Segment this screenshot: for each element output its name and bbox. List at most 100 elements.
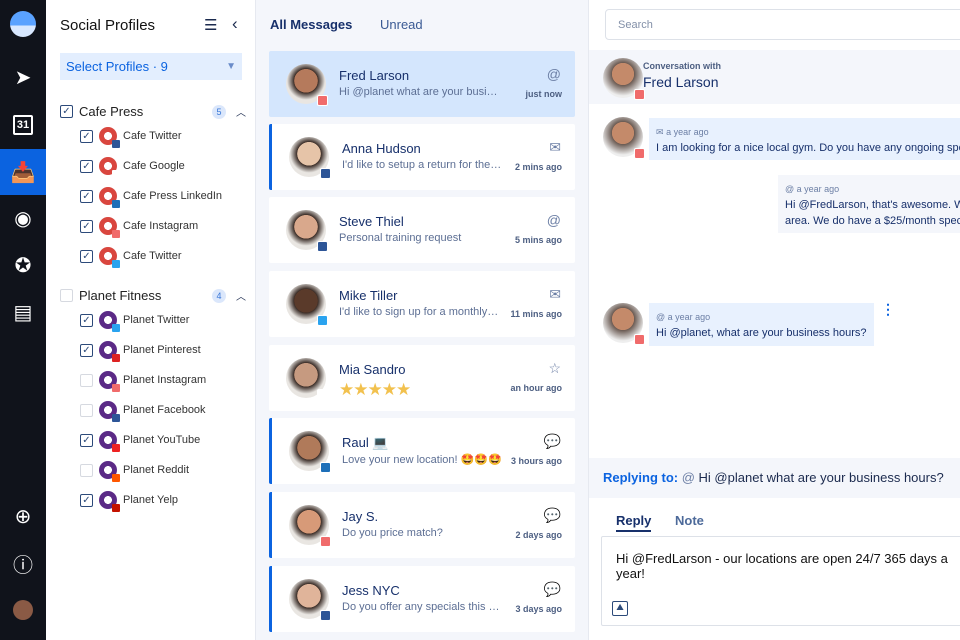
profile-avatar: [99, 247, 120, 268]
tab-note[interactable]: Note: [675, 513, 704, 528]
group-count-badge: 5: [212, 104, 226, 119]
profile-checkbox[interactable]: [80, 373, 93, 387]
profile-item[interactable]: ✓ Cafe Google: [80, 157, 185, 178]
profile-avatar: [99, 127, 120, 148]
help-icon[interactable]: ⓘ: [0, 540, 46, 586]
profile-checkbox[interactable]: ✓: [80, 189, 93, 203]
message-type-icon: 💬: [543, 581, 561, 597]
message-type-icon: @: [546, 66, 561, 82]
chevron-up-icon[interactable]: ︿: [236, 288, 246, 303]
contact-avatar: [286, 64, 328, 106]
reviews-icon[interactable]: ✪: [0, 242, 46, 288]
message-card[interactable]: Mike Tiller I'd like to sign up for a mon…: [269, 271, 575, 337]
chevron-up-icon[interactable]: ︿: [236, 104, 246, 119]
contact-name: Fred Larson: [643, 74, 719, 90]
profile-item[interactable]: ✓ Planet Yelp: [80, 491, 179, 512]
profile-checkbox[interactable]: ✓: [80, 433, 93, 447]
facebook-icon: [320, 610, 331, 621]
profile-checkbox[interactable]: ✓: [80, 313, 93, 327]
avatar[interactable]: [0, 587, 46, 633]
message-avatar: [603, 117, 645, 159]
instagram-icon: [320, 536, 331, 547]
profile-avatar: [99, 311, 120, 332]
message-card[interactable]: Jess NYC Do you offer any specials this m…: [269, 566, 575, 632]
more-options-icon[interactable]: ⋮: [881, 301, 895, 318]
profile-name: Planet Twitter: [123, 314, 190, 326]
profile-checkbox[interactable]: ✓: [80, 219, 93, 233]
reply-bubble[interactable]: @ a year ago Hi @FredLarson, that's awes…: [778, 175, 960, 233]
profile-checkbox[interactable]: ✓: [80, 343, 93, 357]
profile-name: Cafe Twitter: [123, 250, 182, 262]
search-input[interactable]: Search: [605, 9, 960, 40]
timestamp: 11 mins ago: [510, 309, 562, 319]
tab-all-messages[interactable]: All Messages: [270, 17, 352, 32]
profiles-panel: Social Profiles ☰ ‹ Select Profiles · 9 ▼…: [46, 0, 256, 640]
timestamp: 2 days ago: [515, 530, 562, 540]
message-avatar: [603, 303, 645, 345]
profile-item[interactable]: ✓ Cafe Press LinkedIn: [80, 187, 222, 208]
message-card[interactable]: Jay S. Do you price match? 💬 2 days ago: [269, 492, 575, 558]
message-type-icon: ☆: [548, 360, 561, 376]
group-checkbox[interactable]: ✓: [60, 105, 73, 118]
profile-avatar: [99, 217, 120, 238]
profile-checkbox[interactable]: ✓: [80, 129, 93, 143]
profile-name: Planet YouTube: [123, 434, 201, 446]
calendar-icon[interactable]: 31: [0, 102, 46, 148]
profile-checkbox[interactable]: ✓: [80, 159, 93, 173]
profile-checkbox[interactable]: ✓: [80, 249, 93, 263]
message-card[interactable]: Raul 💻 Love your new location! 🤩🤩🤩 💬 3 hour…: [269, 418, 575, 484]
facebook-icon: [317, 241, 328, 252]
inbox-icon[interactable]: 📥: [0, 149, 46, 195]
send-icon[interactable]: ➤: [0, 54, 46, 100]
contact-name: Mike Tiller: [339, 288, 398, 303]
profile-item[interactable]: Planet Instagram: [80, 371, 206, 392]
profile-item[interactable]: Planet Facebook: [80, 401, 206, 422]
collapse-icon[interactable]: ‹: [232, 14, 238, 34]
google-icon: [317, 389, 328, 400]
contact-name: Fred Larson: [339, 68, 410, 83]
profile-checkbox[interactable]: ✓: [80, 493, 93, 507]
message-preview: Love your new location! 🤩🤩🤩: [342, 454, 502, 466]
message-card[interactable]: Steve Thiel Personal training request @5 m…: [269, 197, 575, 263]
listening-icon[interactable]: ◉: [0, 195, 46, 241]
message-preview: I'd like to sign up for a monthly member…: [339, 306, 499, 318]
panel-title: Social Profiles: [60, 17, 156, 34]
profile-item[interactable]: ✓ Cafe Twitter: [80, 247, 182, 268]
add-icon[interactable]: ⊕: [0, 493, 46, 539]
tab-reply[interactable]: Reply: [616, 513, 652, 532]
profile-item[interactable]: ✓ Planet Twitter: [80, 311, 190, 332]
group-checkbox[interactable]: [60, 289, 73, 302]
profile-checkbox[interactable]: [80, 463, 93, 477]
app-logo[interactable]: [10, 11, 36, 37]
message-bubble[interactable]: @ a year ago Hi @planet, what are your b…: [649, 303, 874, 346]
profile-item[interactable]: ✓ Planet Pinterest: [80, 341, 201, 362]
profile-checkbox[interactable]: [80, 403, 93, 417]
profile-group[interactable]: ✓ Cafe Press 5 ︿: [60, 104, 246, 119]
mention-icon: @: [681, 470, 699, 485]
message-card[interactable]: Anna Hudson I'd like to setup a return fo…: [269, 124, 575, 190]
profile-item[interactable]: ✓ Cafe Instagram: [80, 217, 198, 238]
image-attach-icon[interactable]: ⛰: [612, 601, 628, 616]
select-profiles-dropdown[interactable]: Select Profiles · 9 ▼: [60, 53, 242, 80]
tab-unread[interactable]: Unread: [380, 17, 423, 32]
message-card[interactable]: Fred Larson Hi @planet what are your busi…: [269, 51, 575, 117]
profile-name: Planet Yelp: [123, 494, 179, 506]
filter-icon[interactable]: ☰: [204, 16, 217, 34]
message-bubble[interactable]: ✉ a year ago I am looking for a nice loc…: [649, 118, 960, 160]
profile-avatar: [99, 341, 120, 362]
message-preview: Do you offer any specials this month?: [342, 601, 502, 613]
profile-item[interactable]: ✓ Planet YouTube: [80, 431, 201, 452]
message-type-icon: ✉: [549, 139, 561, 155]
reports-icon[interactable]: ▤: [0, 289, 46, 335]
contact-name: Jess NYC: [342, 583, 400, 598]
contact-name: Mia Sandro: [339, 362, 406, 377]
reply-textarea[interactable]: Hi @FredLarson - our locations are open …: [601, 536, 960, 626]
reddit-icon: [112, 474, 120, 482]
timestamp: 3 hours ago: [510, 456, 562, 466]
profile-item[interactable]: ✓ Cafe Twitter: [80, 127, 182, 148]
message-list: All Messages Unread Fred Larson Hi @plane…: [256, 0, 588, 640]
profile-item[interactable]: Planet Reddit: [80, 461, 189, 482]
profile-group[interactable]: Planet Fitness 4 ︿: [60, 288, 246, 303]
timestamp: just now: [525, 89, 563, 99]
message-card[interactable]: Mia Sandro ★★★★★ ☆ an hour ago: [269, 345, 575, 411]
